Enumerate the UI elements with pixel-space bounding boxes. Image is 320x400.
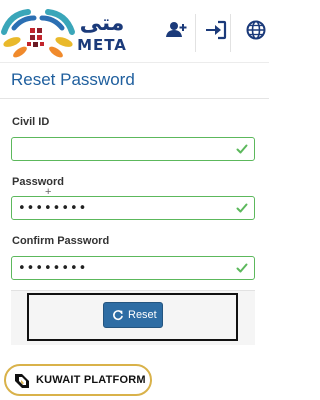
page-title: Reset Password	[11, 70, 135, 89]
logo-arabic-text: متى	[79, 11, 125, 36]
confirm-password-label: Confirm Password	[12, 235, 110, 247]
title-row: Reset Password	[0, 62, 269, 99]
password-field[interactable]	[11, 196, 255, 220]
check-icon	[236, 263, 248, 273]
sign-in-icon[interactable]	[204, 18, 228, 42]
meta-logo[interactable]: متى META	[0, 6, 140, 58]
password-label: Password	[12, 176, 64, 188]
refresh-icon	[113, 310, 123, 321]
civil-id-label: Civil ID	[12, 116, 50, 128]
watermark-text: KUWAIT PLATFORM	[36, 374, 146, 386]
check-icon	[236, 144, 248, 154]
top-bar: متى META	[0, 0, 269, 63]
nav-divider	[195, 14, 196, 52]
confirm-password-input[interactable]	[18, 257, 228, 279]
kuwait-platform-logo-icon	[15, 374, 29, 388]
reset-button[interactable]: Reset	[103, 302, 163, 328]
watermark-badge: KUWAIT PLATFORM	[4, 364, 152, 396]
reset-button-label: Reset	[128, 309, 157, 321]
check-icon	[236, 203, 248, 213]
confirm-password-field[interactable]	[11, 256, 255, 280]
civil-id-field[interactable]	[11, 137, 255, 161]
logo-latin-text: META	[77, 36, 127, 54]
civil-id-input[interactable]	[18, 138, 228, 160]
logo-emblem-icon	[1, 9, 75, 58]
globe-icon[interactable]	[244, 18, 268, 42]
password-input[interactable]	[18, 197, 228, 219]
add-user-icon[interactable]	[164, 18, 188, 42]
nav-divider	[230, 14, 231, 52]
